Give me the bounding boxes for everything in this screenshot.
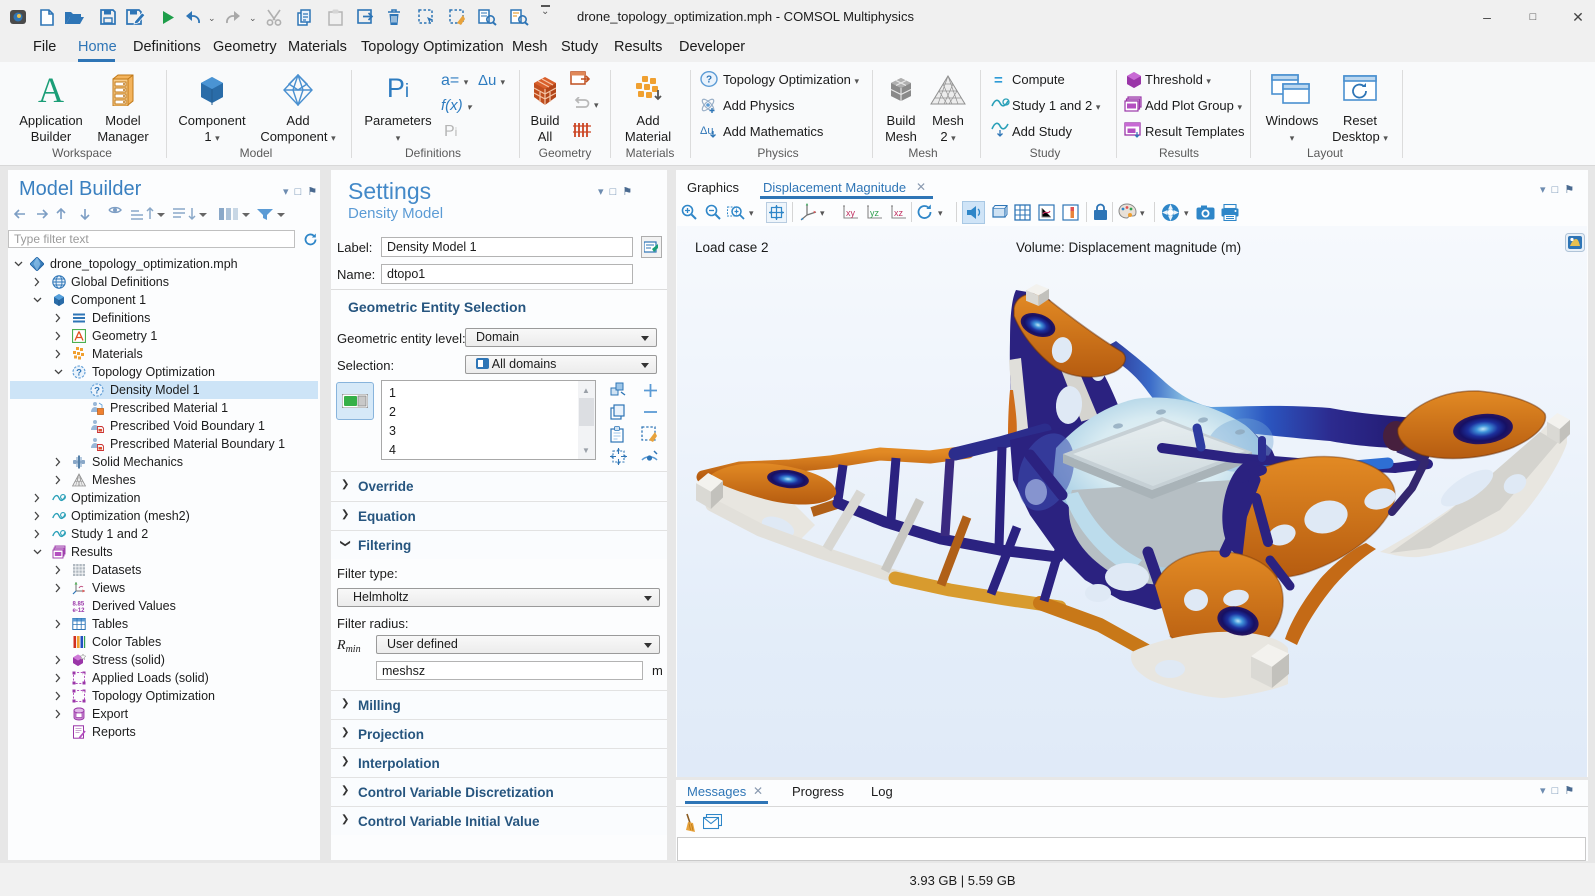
svg-text:yz: yz xyxy=(870,208,880,218)
svg-text:xz: xz xyxy=(894,208,904,218)
svg-text:?: ? xyxy=(706,75,712,86)
svg-text:xy: xy xyxy=(846,208,856,218)
